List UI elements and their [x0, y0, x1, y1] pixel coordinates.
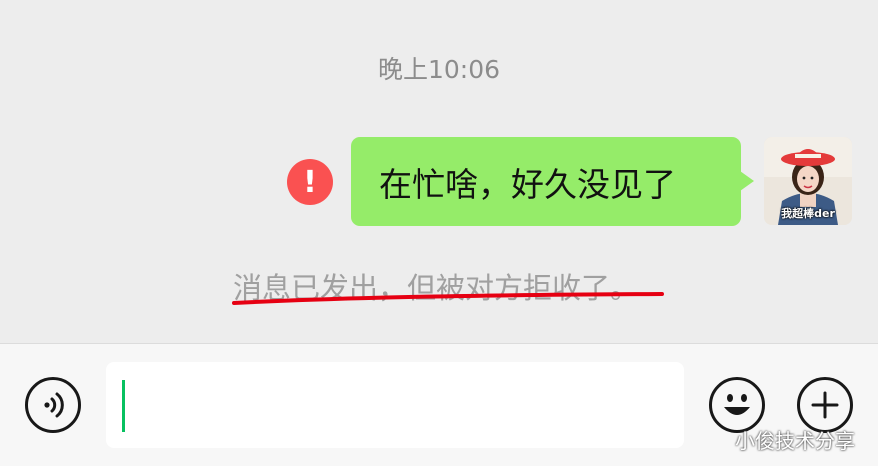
voice-button[interactable]: [25, 377, 81, 433]
avatar-caption: 我超棒der: [781, 207, 835, 220]
message-bubble[interactable]: 在忙啥，好久没见了: [351, 137, 754, 226]
text-caret: [122, 380, 125, 432]
emoji-icon: [724, 394, 750, 415]
message-timestamp: 晚上10:06: [377, 55, 501, 84]
watermark: 小俊技术分享: [735, 429, 855, 453]
voice-icon: [44, 392, 64, 418]
plus-icon: [811, 391, 839, 419]
red-underline-annotation: [232, 292, 664, 305]
avatar[interactable]: 我超棒der: [764, 137, 852, 225]
chat-area: 晚上10:06 ! 在忙啥，好久没见了 我超棒der 消息已发出，但被对方拒收了…: [0, 0, 878, 343]
message-input[interactable]: [106, 362, 684, 448]
send-failed-icon[interactable]: !: [287, 159, 333, 205]
message-text: 在忙啥，好久没见了: [379, 164, 676, 204]
